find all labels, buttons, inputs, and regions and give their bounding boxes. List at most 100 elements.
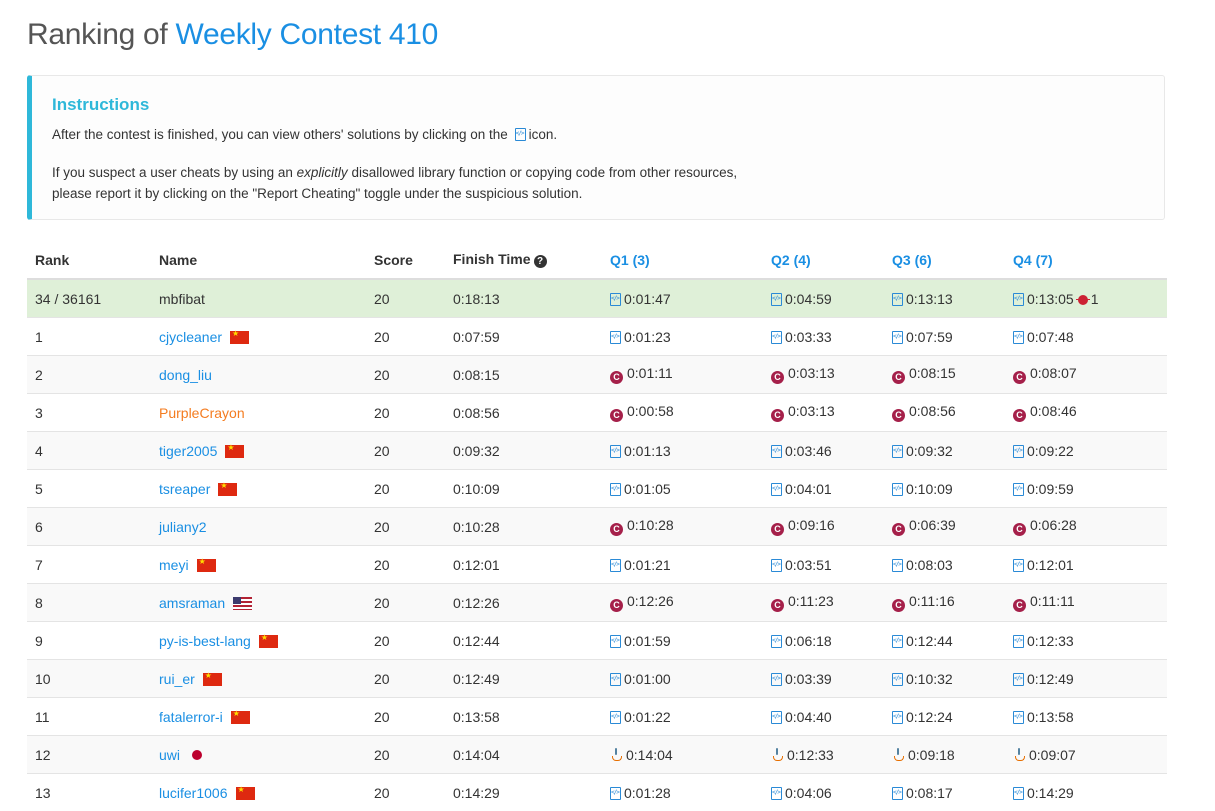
cpp-icon[interactable]: C: [1013, 371, 1026, 384]
q2-cell[interactable]: 0:03:46: [763, 432, 884, 470]
code-icon[interactable]: [892, 787, 903, 800]
code-icon[interactable]: [610, 331, 621, 344]
q2-cell[interactable]: 0:03:51: [763, 546, 884, 584]
code-icon[interactable]: [1013, 293, 1024, 306]
cpp-icon[interactable]: C: [610, 409, 623, 422]
header-q2[interactable]: Q2 (4): [763, 241, 884, 279]
current-user-q3[interactable]: 0:13:13: [884, 279, 1005, 318]
q3-cell[interactable]: C0:11:16: [884, 584, 1005, 622]
code-icon[interactable]: [771, 711, 782, 724]
code-icon[interactable]: [892, 331, 903, 344]
current-user-q1[interactable]: 0:01:47: [602, 279, 763, 318]
q4-cell[interactable]: C0:08:46: [1005, 394, 1167, 432]
code-icon[interactable]: [610, 711, 621, 724]
user-link[interactable]: dong_liu: [159, 367, 212, 383]
cpp-icon[interactable]: C: [771, 599, 784, 612]
help-icon[interactable]: ?: [534, 255, 547, 268]
q4-cell[interactable]: 0:12:01: [1005, 546, 1167, 584]
q2-cell[interactable]: 0:03:39: [763, 660, 884, 698]
user-link[interactable]: uwi: [159, 747, 180, 763]
q1-cell[interactable]: C0:00:58: [602, 394, 763, 432]
code-icon[interactable]: [1013, 483, 1024, 496]
q2-cell[interactable]: C0:03:13: [763, 356, 884, 394]
q4-cell[interactable]: 0:09:22: [1005, 432, 1167, 470]
java-icon[interactable]: [771, 748, 783, 762]
user-link[interactable]: rui_er: [159, 671, 195, 687]
q2-cell[interactable]: 0:03:33: [763, 318, 884, 356]
q2-cell[interactable]: C0:03:13: [763, 394, 884, 432]
q1-cell[interactable]: 0:14:04: [602, 736, 763, 774]
code-icon[interactable]: [610, 559, 621, 572]
code-icon[interactable]: [892, 711, 903, 724]
q3-cell[interactable]: 0:09:32: [884, 432, 1005, 470]
user-link[interactable]: tiger2005: [159, 443, 217, 459]
q1-cell[interactable]: 0:01:05: [602, 470, 763, 508]
code-icon[interactable]: [771, 559, 782, 572]
user-link[interactable]: fatalerror-i: [159, 709, 223, 725]
cpp-icon[interactable]: C: [771, 523, 784, 536]
q3-cell[interactable]: C0:08:15: [884, 356, 1005, 394]
q1-cell[interactable]: 0:01:23: [602, 318, 763, 356]
user-link[interactable]: py-is-best-lang: [159, 633, 251, 649]
q2-cell[interactable]: 0:12:33: [763, 736, 884, 774]
q3-cell[interactable]: 0:12:44: [884, 622, 1005, 660]
q4-cell[interactable]: C0:08:07: [1005, 356, 1167, 394]
cpp-icon[interactable]: C: [610, 371, 623, 384]
code-icon[interactable]: [1013, 559, 1024, 572]
q3-cell[interactable]: C0:08:56: [884, 394, 1005, 432]
user-link[interactable]: lucifer1006: [159, 785, 228, 801]
user-link[interactable]: cjycleaner: [159, 329, 222, 345]
q4-cell[interactable]: 0:12:33: [1005, 622, 1167, 660]
q1-cell[interactable]: 0:01:00: [602, 660, 763, 698]
q3-cell[interactable]: 0:08:03: [884, 546, 1005, 584]
q3-cell[interactable]: C0:06:39: [884, 508, 1005, 546]
q1-cell[interactable]: 0:01:28: [602, 774, 763, 811]
q4-cell[interactable]: 0:09:07: [1005, 736, 1167, 774]
java-icon[interactable]: [610, 748, 622, 762]
q2-cell[interactable]: C0:09:16: [763, 508, 884, 546]
current-user-q4[interactable]: 0:13:051: [1005, 279, 1167, 318]
cpp-icon[interactable]: C: [771, 371, 784, 384]
code-icon[interactable]: [610, 293, 621, 306]
code-icon[interactable]: [892, 673, 903, 686]
q4-cell[interactable]: 0:07:48: [1005, 318, 1167, 356]
code-icon[interactable]: [610, 483, 621, 496]
q2-cell[interactable]: 0:04:06: [763, 774, 884, 811]
q2-cell[interactable]: 0:06:18: [763, 622, 884, 660]
code-icon[interactable]: [892, 635, 903, 648]
q4-cell[interactable]: 0:14:29: [1005, 774, 1167, 811]
contest-link[interactable]: Weekly Contest 410: [175, 18, 438, 51]
cpp-icon[interactable]: C: [892, 371, 905, 384]
cpp-icon[interactable]: C: [892, 599, 905, 612]
code-icon[interactable]: [1013, 445, 1024, 458]
q1-cell[interactable]: C0:01:11: [602, 356, 763, 394]
code-icon[interactable]: [771, 787, 782, 800]
cpp-icon[interactable]: C: [892, 409, 905, 422]
header-q1[interactable]: Q1 (3): [602, 241, 763, 279]
code-icon[interactable]: [610, 787, 621, 800]
code-icon[interactable]: [1013, 635, 1024, 648]
user-link[interactable]: tsreaper: [159, 481, 210, 497]
code-icon[interactable]: [771, 673, 782, 686]
q2-cell[interactable]: 0:04:01: [763, 470, 884, 508]
code-icon[interactable]: [892, 483, 903, 496]
code-icon[interactable]: [771, 635, 782, 648]
code-icon[interactable]: [1013, 673, 1024, 686]
q4-cell[interactable]: 0:09:59: [1005, 470, 1167, 508]
q3-cell[interactable]: 0:09:18: [884, 736, 1005, 774]
q4-cell[interactable]: 0:12:49: [1005, 660, 1167, 698]
user-link[interactable]: amsraman: [159, 595, 225, 611]
q1-cell[interactable]: 0:01:13: [602, 432, 763, 470]
q1-cell[interactable]: C0:10:28: [602, 508, 763, 546]
cpp-icon[interactable]: C: [610, 599, 623, 612]
java-icon[interactable]: [892, 748, 904, 762]
code-icon[interactable]: [610, 445, 621, 458]
cpp-icon[interactable]: C: [610, 523, 623, 536]
cpp-icon[interactable]: C: [892, 523, 905, 536]
cpp-icon[interactable]: C: [771, 409, 784, 422]
code-icon[interactable]: [1013, 787, 1024, 800]
code-icon[interactable]: [610, 673, 621, 686]
code-icon[interactable]: [771, 483, 782, 496]
q4-cell[interactable]: C0:06:28: [1005, 508, 1167, 546]
q3-cell[interactable]: 0:07:59: [884, 318, 1005, 356]
